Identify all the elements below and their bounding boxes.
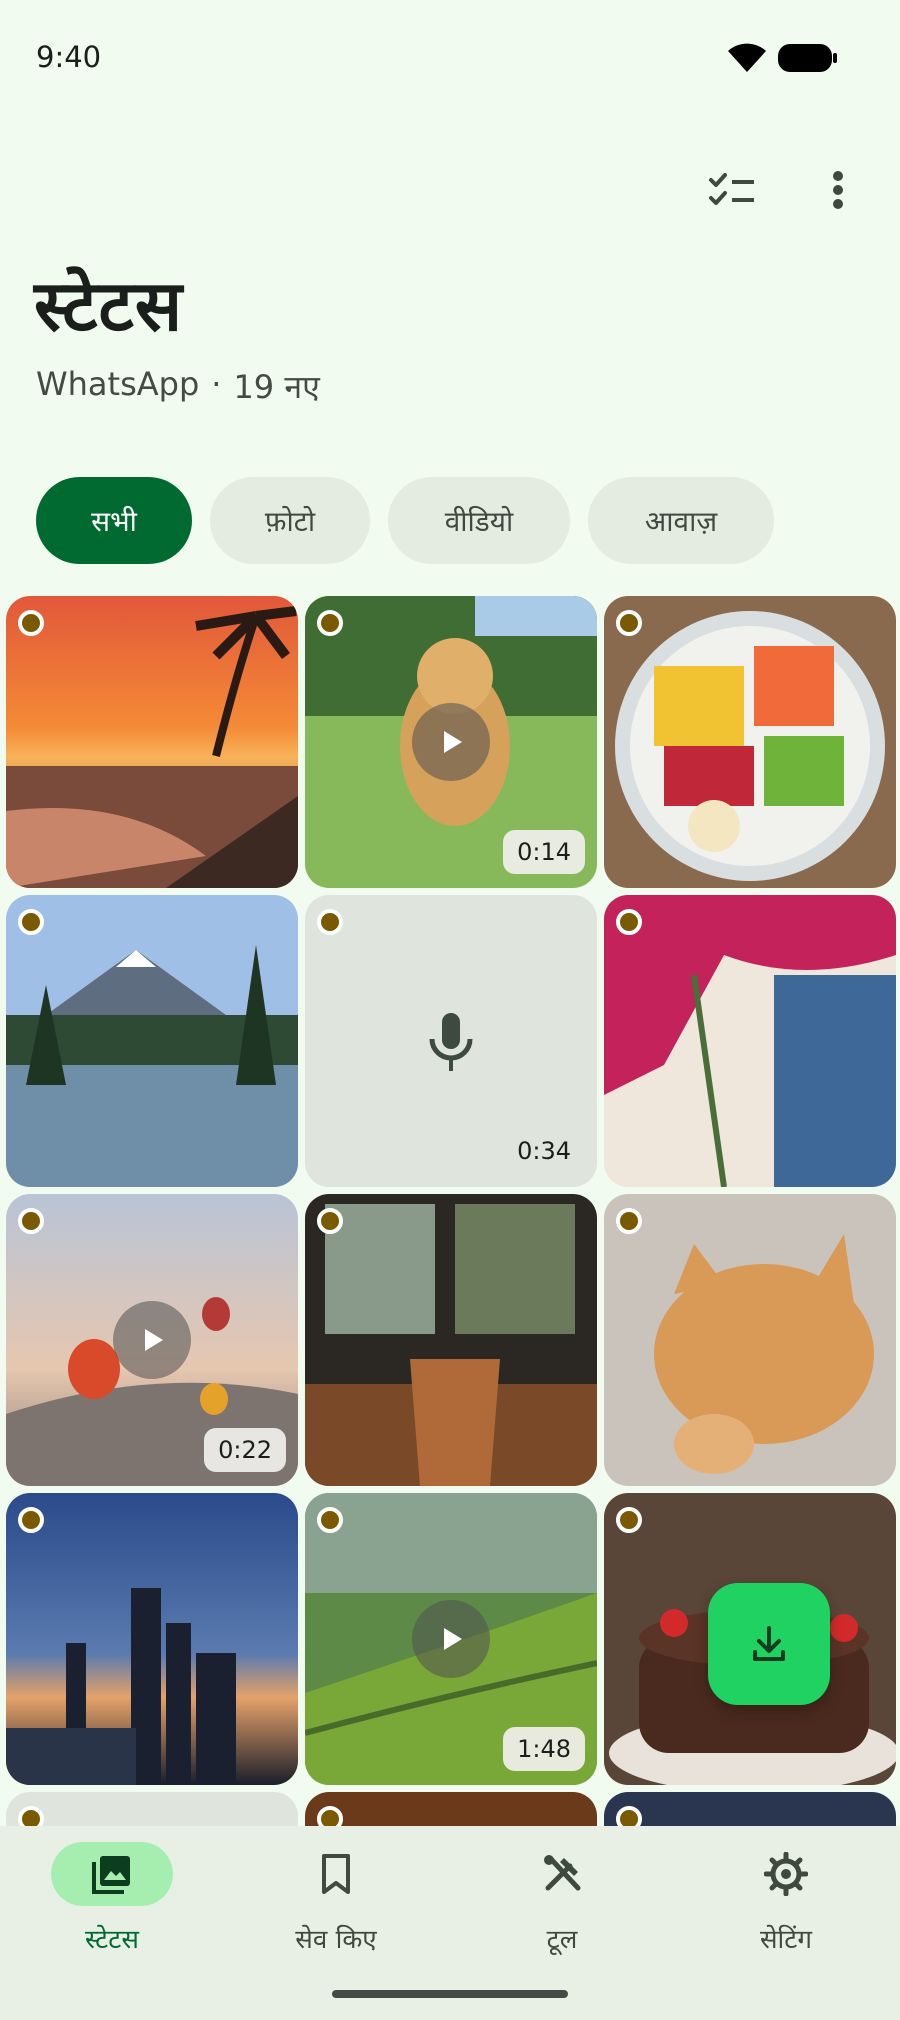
flowers-blue-door-image xyxy=(604,895,896,1187)
select-mode-button[interactable] xyxy=(700,158,764,222)
selection-indicator[interactable] xyxy=(18,1507,44,1533)
filter-chip-all[interactable]: सभी xyxy=(36,477,192,564)
subtitle-separator: · xyxy=(211,365,222,403)
play-icon xyxy=(444,731,462,753)
selection-indicator[interactable] xyxy=(18,610,44,636)
nav-label-saved: सेव किए xyxy=(295,1925,377,1955)
status-tile-puppy-running[interactable]: 0:14 xyxy=(305,596,597,888)
download-icon xyxy=(753,1626,785,1661)
nav-item-status[interactable]: स्टेटस xyxy=(12,1842,212,1982)
status-tile-city-skyline[interactable] xyxy=(6,1493,298,1785)
battery-icon xyxy=(778,44,837,72)
more-options-button[interactable] xyxy=(806,158,870,222)
nav-item-tools[interactable]: टूल xyxy=(462,1842,662,1982)
selection-indicator[interactable] xyxy=(317,1806,343,1826)
filter-chip-photos[interactable]: फ़ोटो xyxy=(210,477,370,564)
selection-indicator[interactable] xyxy=(616,1806,642,1826)
status-bar: 9:40 xyxy=(0,0,900,110)
nav-item-settings[interactable]: सेटिंग xyxy=(686,1842,886,1982)
status-tile-fruit-bowl[interactable] xyxy=(604,596,896,888)
mic-icon xyxy=(429,1013,473,1071)
selection-indicator[interactable] xyxy=(616,1208,642,1234)
city-skyline-image xyxy=(6,1493,298,1785)
wifi-icon xyxy=(728,43,766,72)
play-icon xyxy=(145,1329,163,1351)
selection-indicator[interactable] xyxy=(317,1208,343,1234)
nav-label-tools: टूल xyxy=(546,1925,578,1955)
selection-indicator[interactable] xyxy=(616,909,642,935)
selection-indicator[interactable] xyxy=(18,1208,44,1234)
new-count: 19 नए xyxy=(233,368,320,406)
page-subtitle: WhatsApp · 19 नए xyxy=(36,365,320,408)
play-button[interactable] xyxy=(412,1600,490,1678)
status-tile-mountain-lake[interactable] xyxy=(6,895,298,1187)
status-tile-partial-1[interactable] xyxy=(6,1792,298,1826)
selection-indicator[interactable] xyxy=(616,1507,642,1533)
filter-chip-audio[interactable]: आवाज़ xyxy=(588,477,774,564)
nav-label-status: स्टेटस xyxy=(85,1925,139,1955)
sunset-beach-image xyxy=(6,596,298,888)
nav-active-indicator xyxy=(51,1842,173,1906)
nav-icon-wrap xyxy=(275,1842,397,1906)
bookmark-icon xyxy=(322,1854,350,1894)
tools-icon xyxy=(544,1855,581,1891)
filter-chip-videos[interactable]: वीडियो xyxy=(388,477,570,564)
play-button[interactable] xyxy=(113,1301,191,1379)
video-duration: 0:22 xyxy=(204,1428,286,1472)
status-tile-hot-air-balloons[interactable]: 0:22 xyxy=(6,1194,298,1486)
selection-indicator[interactable] xyxy=(18,909,44,935)
status-tile-sleeping-kitten[interactable] xyxy=(604,1194,896,1486)
status-tile-partial-3[interactable] xyxy=(604,1792,896,1826)
status-tile-tea-glass[interactable] xyxy=(305,1194,597,1486)
selection-indicator[interactable] xyxy=(317,909,343,935)
nav-icon-wrap xyxy=(725,1842,847,1906)
gear-icon xyxy=(764,1852,808,1896)
selection-indicator[interactable] xyxy=(616,610,642,636)
gesture-handle xyxy=(332,1990,568,1998)
download-fab[interactable] xyxy=(708,1583,830,1705)
selection-indicator[interactable] xyxy=(317,1507,343,1533)
photo-library-icon xyxy=(92,1856,130,1894)
selection-indicator[interactable] xyxy=(317,610,343,636)
status-tile-sunset-beach[interactable] xyxy=(6,596,298,888)
page-title: स्टेटस xyxy=(34,265,184,347)
nav-item-saved[interactable]: सेव किए xyxy=(236,1842,436,1982)
video-duration: 0:14 xyxy=(503,830,585,874)
audio-duration: 0:34 xyxy=(517,1137,571,1165)
play-button[interactable] xyxy=(412,703,490,781)
more-vert-icon xyxy=(833,171,843,209)
video-duration: 1:48 xyxy=(503,1727,585,1771)
play-icon xyxy=(444,1628,462,1650)
status-tile-flowers-blue-door[interactable] xyxy=(604,895,896,1187)
nav-icon-wrap xyxy=(501,1842,623,1906)
tea-glass-image xyxy=(305,1194,597,1486)
status-tile-partial-2[interactable] xyxy=(305,1792,597,1826)
status-time: 9:40 xyxy=(36,40,102,74)
status-tile-rice-terraces[interactable]: 1:48 xyxy=(305,1493,597,1785)
selection-indicator[interactable] xyxy=(18,1806,44,1826)
filter-chips: सभी फ़ोटो वीडियो आवाज़ xyxy=(36,477,774,564)
mountain-lake-image xyxy=(6,895,298,1187)
app-name: WhatsApp xyxy=(36,365,200,403)
nav-label-settings: सेटिंग xyxy=(759,1925,813,1955)
fruit-bowl-image xyxy=(604,596,896,888)
status-tile-audio[interactable]: 0:34 xyxy=(305,895,597,1187)
checklist-icon xyxy=(709,173,754,205)
sleeping-kitten-image xyxy=(604,1194,896,1486)
